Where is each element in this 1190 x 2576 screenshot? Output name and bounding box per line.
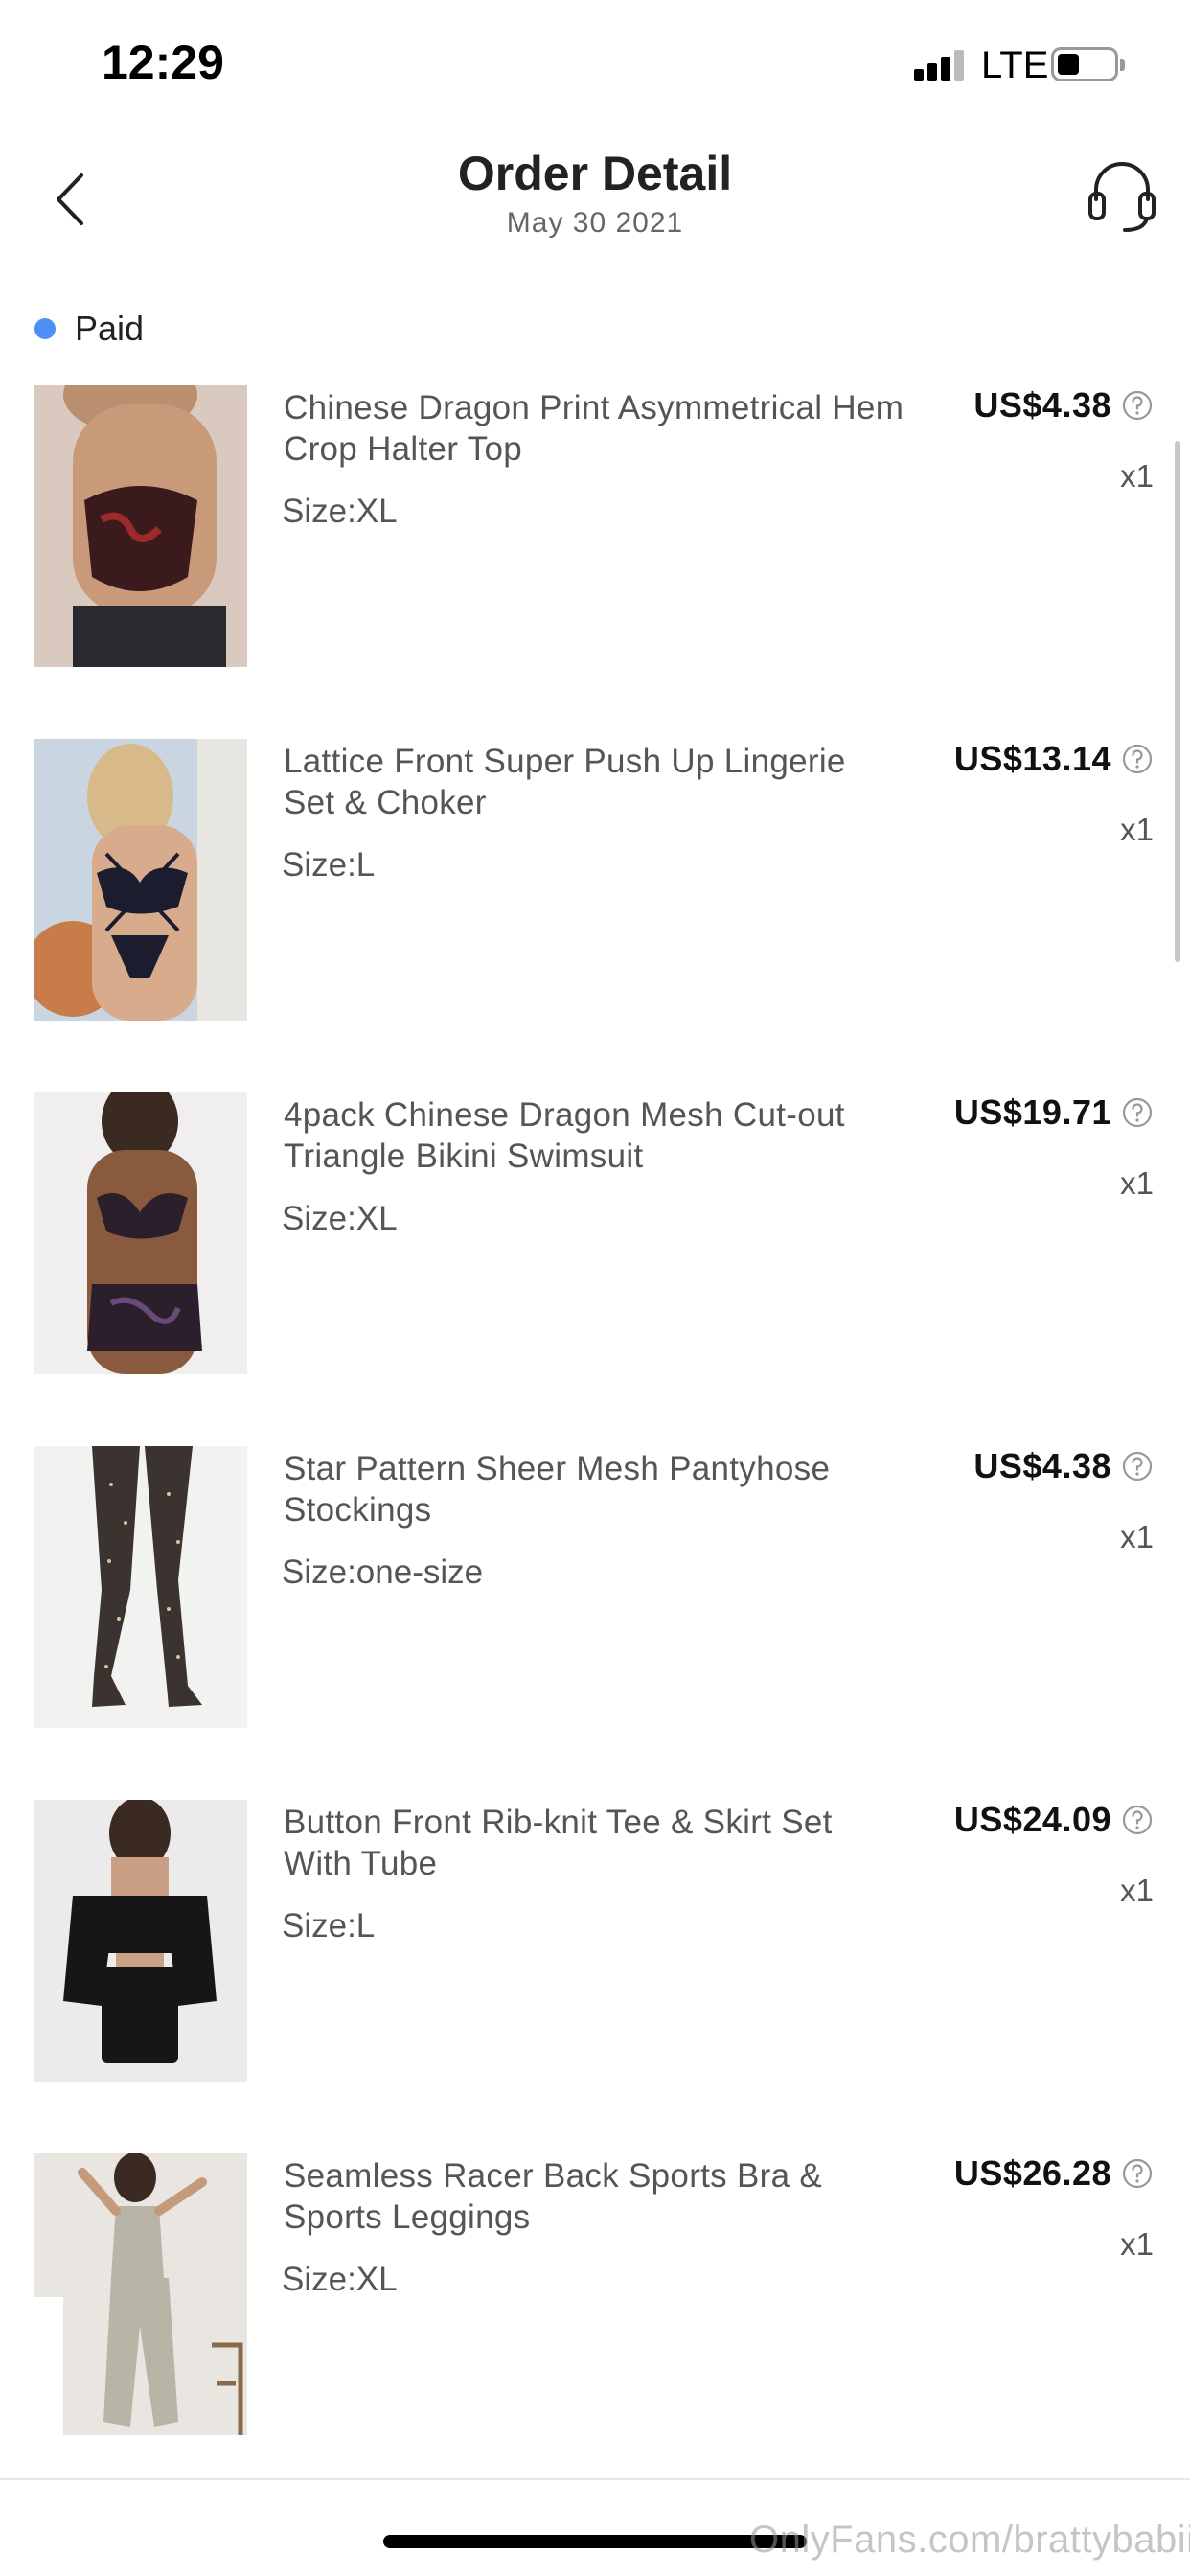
page-title: Order Detail: [457, 147, 733, 200]
product-price: US$13.14: [953, 739, 1111, 778]
headset-icon: [1088, 162, 1156, 232]
order-status: Paid: [34, 309, 144, 349]
order-item[interactable]: Chinese Dragon Print Asymmetrical Hem Cr…: [0, 385, 1190, 667]
product-size: Size:XL: [282, 493, 398, 530]
battery-icon: [1051, 47, 1125, 81]
product-quantity: x1: [1120, 1873, 1154, 1908]
help-icon[interactable]: [1121, 1450, 1154, 1483]
product-image[interactable]: [34, 2153, 247, 2435]
product-size: Size:XL: [282, 1200, 398, 1237]
product-size: Size:L: [282, 846, 376, 884]
status-time: 12:29: [102, 35, 224, 89]
price-group: US$4.38: [973, 385, 1154, 426]
product-size: Size:one-size: [282, 1553, 484, 1591]
order-item[interactable]: 4pack Chinese Dragon Mesh Cut-out Triang…: [0, 1092, 1190, 1374]
watermark-text: OnlyFans.com/brattybabiii: [749, 2518, 1190, 2561]
product-image[interactable]: [34, 1092, 247, 1374]
order-item[interactable]: Seamless Racer Back Sports Bra & Sports …: [0, 2153, 1190, 2435]
product-image[interactable]: [34, 739, 247, 1021]
product-size: Size:L: [282, 1907, 376, 1944]
product-name[interactable]: Button Front Rib-knit Tee & Skirt Set Wi…: [284, 1802, 906, 1884]
product-name[interactable]: Lattice Front Super Push Up Lingerie Set…: [284, 741, 906, 823]
order-item[interactable]: Lattice Front Super Push Up Lingerie Set…: [0, 739, 1190, 1021]
product-name[interactable]: 4pack Chinese Dragon Mesh Cut-out Triang…: [284, 1094, 906, 1177]
product-quantity: x1: [1120, 2226, 1154, 2262]
network-type: LTE: [981, 44, 1049, 86]
product-size: Size:XL: [282, 2261, 398, 2298]
scrollbar[interactable]: [1175, 441, 1180, 962]
price-group: US$4.38: [973, 1446, 1154, 1486]
order-status-text: Paid: [75, 309, 145, 348]
product-image[interactable]: [34, 1800, 247, 2082]
product-name[interactable]: Seamless Racer Back Sports Bra & Sports …: [284, 2155, 906, 2238]
product-price: US$4.38: [973, 1446, 1111, 1485]
help-icon[interactable]: [1121, 743, 1154, 775]
help-icon[interactable]: [1121, 389, 1154, 422]
bottom-divider: [0, 2478, 1190, 2480]
product-name[interactable]: Star Pattern Sheer Mesh Pantyhose Stocki…: [284, 1448, 906, 1530]
order-item[interactable]: Button Front Rib-knit Tee & Skirt Set Wi…: [0, 1800, 1190, 2082]
price-group: US$24.09: [954, 1800, 1154, 1840]
help-icon[interactable]: [1121, 2157, 1154, 2190]
price-group: US$19.71: [954, 1092, 1154, 1133]
status-bar: 12:29 LTE: [0, 0, 1190, 134]
help-icon[interactable]: [1121, 1804, 1154, 1836]
product-quantity: x1: [1120, 1165, 1154, 1201]
home-indicator[interactable]: [383, 2535, 807, 2548]
product-quantity: x1: [1120, 812, 1154, 847]
help-icon[interactable]: [1121, 1096, 1154, 1129]
product-name[interactable]: Chinese Dragon Print Asymmetrical Hem Cr…: [284, 387, 906, 470]
customer-support-button[interactable]: [1085, 157, 1159, 234]
product-price: US$26.28: [953, 2153, 1111, 2193]
product-quantity: x1: [1120, 1519, 1154, 1554]
product-image[interactable]: [34, 385, 247, 667]
product-price: US$24.09: [953, 1800, 1111, 1839]
product-price: US$4.38: [973, 385, 1111, 425]
price-group: US$13.14: [954, 739, 1154, 779]
order-item[interactable]: Star Pattern Sheer Mesh Pantyhose Stocki…: [0, 1446, 1190, 1728]
product-image[interactable]: [34, 1446, 247, 1728]
price-group: US$26.28: [954, 2153, 1154, 2194]
product-price: US$19.71: [953, 1092, 1111, 1132]
signal-icon: [914, 50, 966, 80]
product-quantity: x1: [1120, 458, 1154, 494]
status-dot: [34, 318, 56, 339]
header: Order Detail May 30 2021: [0, 134, 1190, 278]
order-date: May 30 2021: [506, 207, 684, 239]
